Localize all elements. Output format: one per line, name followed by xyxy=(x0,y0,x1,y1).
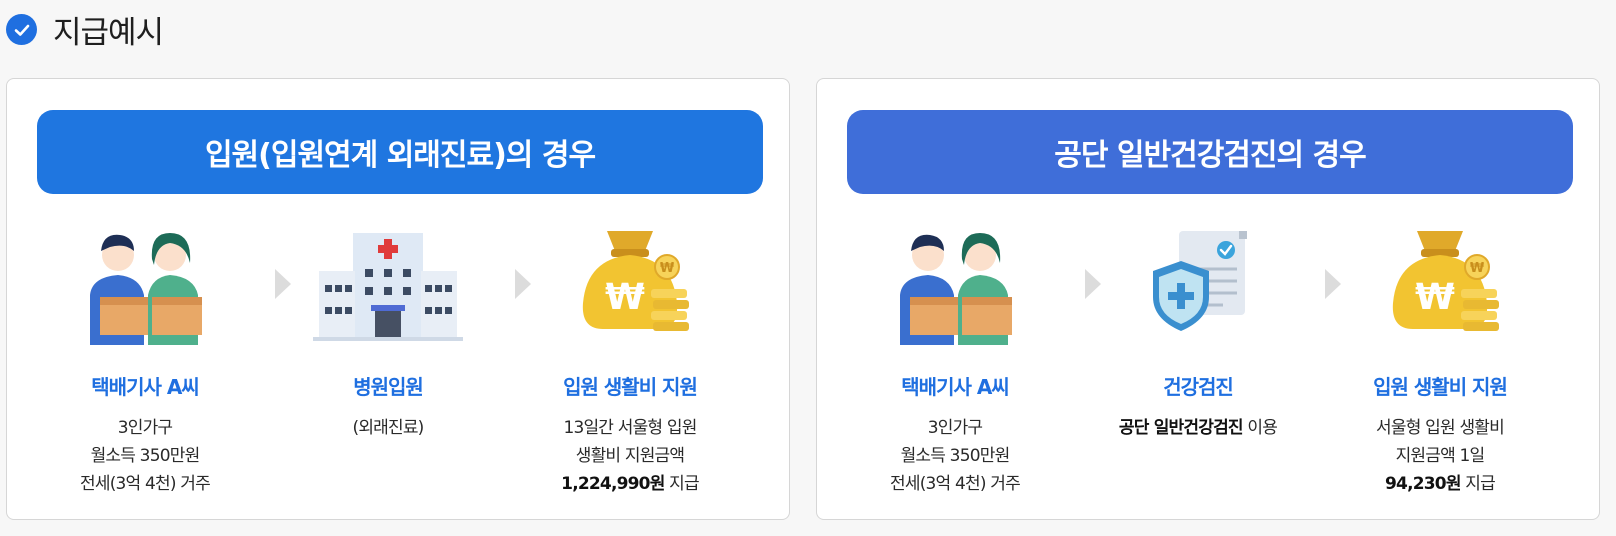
support-amount: 94,230원 xyxy=(1385,474,1461,494)
step-amount-line: 94,230원 지급 xyxy=(1345,470,1535,498)
check-circle-icon xyxy=(6,14,37,45)
money-bag-illustration: ₩ ₩ xyxy=(1365,225,1515,347)
delivery-workers-illustration xyxy=(70,225,220,347)
svg-text:₩: ₩ xyxy=(1415,277,1455,318)
step-line: 13일간 서울형 입원 xyxy=(563,418,697,438)
step-description: 서울형 입원 생활비 지원금액 1일 94,230원 지급 xyxy=(1345,414,1535,498)
step-hospital: 병원입원 (외래진료) xyxy=(293,225,483,442)
step-arrow-icon xyxy=(275,269,291,299)
panel-banner: 입원(입원연계 외래진료)의 경우 xyxy=(37,110,763,194)
hospital-illustration xyxy=(313,225,463,347)
step-line: 생활비 지원금액 xyxy=(575,446,685,466)
step-line: 서울형 입원 생활비 xyxy=(1376,418,1505,438)
line-suffix: 이용 xyxy=(1242,418,1278,438)
checkup-name: 공단 일반건강검진 xyxy=(1118,418,1244,438)
step-title: 병원입원 xyxy=(353,375,424,399)
amount-suffix: 지급 xyxy=(1460,474,1496,494)
money-bag-illustration: ₩ ₩ xyxy=(555,225,705,347)
step-line: 월소득 350만원 xyxy=(900,446,1011,466)
step-title: 택배기사 A씨 xyxy=(91,375,199,399)
step-title: 입원 생활비 지원 xyxy=(563,375,698,399)
amount-suffix: 지급 xyxy=(664,474,700,494)
step-line: (외래진료) xyxy=(352,418,424,438)
step-line: 공단 일반건강검진 이용 xyxy=(1103,414,1293,442)
step-arrow-icon xyxy=(1085,269,1101,299)
step-title: 입원 생활비 지원 xyxy=(1373,375,1508,399)
step-title: 택배기사 A씨 xyxy=(901,375,1009,399)
step-line: 3인가구 xyxy=(117,418,173,438)
step-description: 공단 일반건강검진 이용 xyxy=(1103,414,1293,442)
step-worker: 택배기사 A씨 3인가구 월소득 350만원 전세(3억 4천) 거주 xyxy=(50,225,240,498)
step-line: 전세(3억 4천) 거주 xyxy=(890,474,1021,494)
step-amount-line: 1,224,990원 지급 xyxy=(535,470,725,498)
example-panel-hospitalization: 입원(입원연계 외래진료)의 경우 택배기사 A씨 3인가구 월소득 350만원… xyxy=(6,78,790,520)
step-support: ₩ ₩ 입원 생활비 지원 13일간 서울형 입원 생활비 지원금액 1,224… xyxy=(535,225,725,498)
step-worker: 택배기사 A씨 3인가구 월소득 350만원 전세(3억 4천) 거주 xyxy=(860,225,1050,498)
step-description: 13일간 서울형 입원 생활비 지원금액 1,224,990원 지급 xyxy=(535,414,725,498)
svg-text:₩: ₩ xyxy=(1470,261,1485,276)
example-panel-health-checkup: 공단 일반건강검진의 경우 택배기사 A씨 3인가구 월소득 350만원 전세(… xyxy=(816,78,1600,520)
support-amount: 1,224,990원 xyxy=(561,474,665,494)
delivery-workers-illustration xyxy=(880,225,1030,347)
step-description: 3인가구 월소득 350만원 전세(3억 4천) 거주 xyxy=(50,414,240,498)
step-title: 건강검진 xyxy=(1163,375,1234,399)
section-heading: 지급예시 xyxy=(6,7,164,52)
page-title: 지급예시 xyxy=(53,15,164,51)
health-checkup-document-illustration xyxy=(1123,225,1273,347)
svg-text:₩: ₩ xyxy=(660,261,675,276)
step-support: ₩ ₩ 입원 생활비 지원 서울형 입원 생활비 지원금액 1일 94,230원… xyxy=(1345,225,1535,498)
step-line: 월소득 350만원 xyxy=(90,446,201,466)
step-description: (외래진료) xyxy=(293,414,483,442)
step-arrow-icon xyxy=(1325,269,1341,299)
step-arrow-icon xyxy=(515,269,531,299)
svg-text:₩: ₩ xyxy=(605,277,645,318)
step-line: 3인가구 xyxy=(927,418,983,438)
step-line: 전세(3억 4천) 거주 xyxy=(80,474,211,494)
step-checkup: 건강검진 공단 일반건강검진 이용 xyxy=(1103,225,1293,442)
panel-banner: 공단 일반건강검진의 경우 xyxy=(847,110,1573,194)
step-line: 지원금액 1일 xyxy=(1395,446,1486,466)
step-description: 3인가구 월소득 350만원 전세(3억 4천) 거주 xyxy=(860,414,1050,498)
